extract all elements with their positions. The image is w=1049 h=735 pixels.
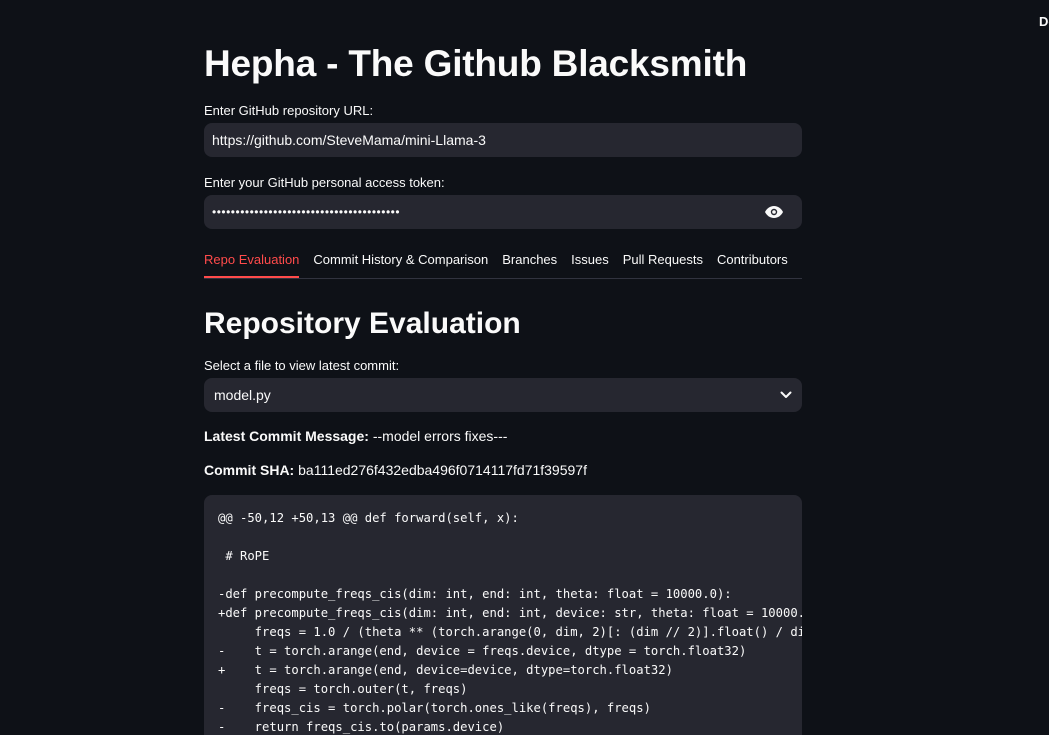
tab-pull-requests[interactable]: Pull Requests [623,248,703,274]
show-password-button[interactable] [762,200,786,224]
commit-sha-value: ba111ed276f432edba496f0714117fd71f39597f [298,462,587,478]
repo-url-label: Enter GitHub repository URL: [204,103,374,118]
eye-icon [765,206,783,218]
commit-message-value: --model errors fixes--- [372,428,508,444]
diff-line: @@ -50,12 +50,13 @@ def forward(self, x)… [218,511,519,525]
diff-line: - freqs_cis = torch.polar(torch.ones_lik… [218,701,651,715]
diff-line: - return freqs_cis.to(params.device) [218,720,505,734]
diff-line: -def precompute_freqs_cis(dim: int, end:… [218,587,732,601]
tab-commit-history[interactable]: Commit History & Comparison [313,248,488,274]
deploy-button[interactable]: De [1039,14,1049,29]
diff-line: +def precompute_freqs_cis(dim: int, end:… [218,606,802,620]
commit-sha-line: Commit SHA: ba111ed276f432edba496f071411… [204,462,587,478]
tab-bar: Repo Evaluation Commit History & Compari… [204,248,802,279]
diff-line: # RoPE [218,549,270,563]
commit-sha-label: Commit SHA: [204,462,295,478]
token-input[interactable]: •••••••••••••••••••••••••••••••••••••••• [204,195,802,229]
token-label: Enter your GitHub personal access token: [204,175,445,190]
app-title: Hepha - The Github Blacksmith [204,43,748,84]
diff-line: freqs = torch.outer(t, freqs) [218,682,468,696]
tab-branches[interactable]: Branches [502,248,557,274]
repo-url-input[interactable]: https://github.com/SteveMama/mini-Llama-… [204,123,802,157]
commit-message-label: Latest Commit Message: [204,428,369,444]
file-select-label: Select a file to view latest commit: [204,358,400,373]
token-value: •••••••••••••••••••••••••••••••••••••••• [212,205,401,219]
tab-repo-evaluation[interactable]: Repo Evaluation [204,248,300,278]
repo-url-value: https://github.com/SteveMama/mini-Llama-… [212,132,486,148]
commit-message-line: Latest Commit Message: --model errors fi… [204,428,507,444]
diff-line [218,528,802,547]
diff-line: + t = torch.arange(end, device=device, d… [218,663,673,677]
tab-issues[interactable]: Issues [571,248,609,274]
file-select-value: model.py [214,387,271,403]
diff-line [218,566,802,585]
diff-code-block: @@ -50,12 +50,13 @@ def forward(self, x)… [204,495,802,735]
chevron-down-icon [780,391,792,398]
diff-line: freqs = 1.0 / (theta ** (torch.arange(0,… [218,625,802,639]
file-select[interactable]: model.py [204,378,802,412]
diff-line: - t = torch.arange(end, device = freqs.d… [218,644,747,658]
section-title: Repository Evaluation [204,307,521,340]
app-page: De Hepha - The Github Blacksmith Enter G… [0,0,1049,735]
tab-contributors[interactable]: Contributors [717,248,788,274]
